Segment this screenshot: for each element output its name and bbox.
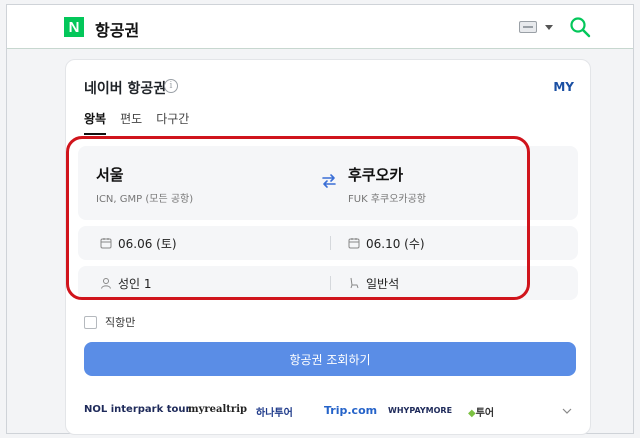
cabin-label: 일반석	[366, 276, 400, 291]
person-icon	[101, 278, 111, 289]
origin-airport: ICN, GMP (모든 공항)	[96, 194, 194, 205]
caret-down-icon[interactable]	[545, 25, 553, 30]
destination-airport: FUK 후쿠오카공항	[348, 194, 427, 205]
origin-city[interactable]: 서울	[96, 164, 124, 185]
keyboard-icon[interactable]	[519, 21, 537, 33]
divider	[330, 276, 331, 290]
tab-round-trip[interactable]: 왕복	[84, 110, 107, 135]
page-title: 항공권	[95, 21, 140, 40]
passenger-label: 성인 1	[118, 276, 152, 291]
search-flights-button[interactable]: 항공권 조회하기	[84, 342, 576, 376]
cabin-class[interactable]: 일반석	[348, 266, 399, 300]
passenger-cabin-selector: 성인 1 일반석	[78, 266, 578, 300]
partner-interpark[interactable]: NOL interpark tour	[84, 404, 190, 415]
chevron-down-icon[interactable]	[562, 406, 572, 416]
partner-tripcom[interactable]: Trip.com	[324, 404, 377, 417]
header: N 항공권	[7, 5, 633, 49]
direct-only-checkbox[interactable]	[84, 315, 97, 329]
swap-icon[interactable]	[320, 172, 338, 190]
route-selector: 서울 ICN, GMP (모든 공항) 후쿠오카 FUK 후쿠오카공항	[78, 146, 578, 220]
search-icon[interactable]	[569, 16, 591, 38]
tab-multi-city[interactable]: 다구간	[156, 110, 189, 135]
partner-logos: NOL interpark tour myrealtrip 하나투어 Trip.…	[84, 404, 584, 420]
my-link[interactable]: MY	[553, 80, 574, 94]
departure-date-label: 06.06 (토)	[118, 236, 177, 251]
leaf-icon: ◆	[468, 408, 476, 419]
partner-myrealtrip[interactable]: myrealtrip	[188, 404, 247, 415]
destination-city[interactable]: 후쿠오카	[348, 164, 403, 185]
return-date[interactable]: 06.10 (수)	[348, 226, 425, 260]
partner-tour-label: 투어	[475, 408, 495, 419]
naver-logo[interactable]: N	[64, 17, 84, 37]
partner-tour[interactable]: ◆투어	[468, 404, 494, 419]
return-date-label: 06.10 (수)	[366, 236, 425, 251]
direct-only-label: 직항만	[105, 316, 136, 329]
departure-date[interactable]: 06.06 (토)	[100, 226, 177, 260]
app-frame: N 항공권 네이버 항공권 i MY 왕복 편도 다구간 서울 ICN, GMP…	[6, 4, 634, 435]
info-icon[interactable]: i	[164, 79, 178, 93]
partner-hanatour[interactable]: 하나투어	[256, 404, 293, 419]
partner-whypaymore[interactable]: WHYPAYMORE	[388, 406, 452, 415]
direct-only-option[interactable]: 직항만	[84, 314, 135, 330]
flight-search-card: 네이버 항공권 i MY 왕복 편도 다구간 서울 ICN, GMP (모든 공…	[65, 59, 591, 435]
card-title: 네이버 항공권	[84, 81, 167, 97]
tab-one-way[interactable]: 편도	[120, 110, 142, 135]
trip-type-tabs: 왕복 편도 다구간	[84, 110, 189, 135]
divider	[330, 236, 331, 250]
seat-icon	[350, 277, 359, 289]
calendar-icon	[348, 238, 360, 249]
passenger-count[interactable]: 성인 1	[100, 266, 152, 300]
date-selector: 06.06 (토) 06.10 (수)	[78, 226, 578, 260]
calendar-icon	[100, 238, 112, 249]
